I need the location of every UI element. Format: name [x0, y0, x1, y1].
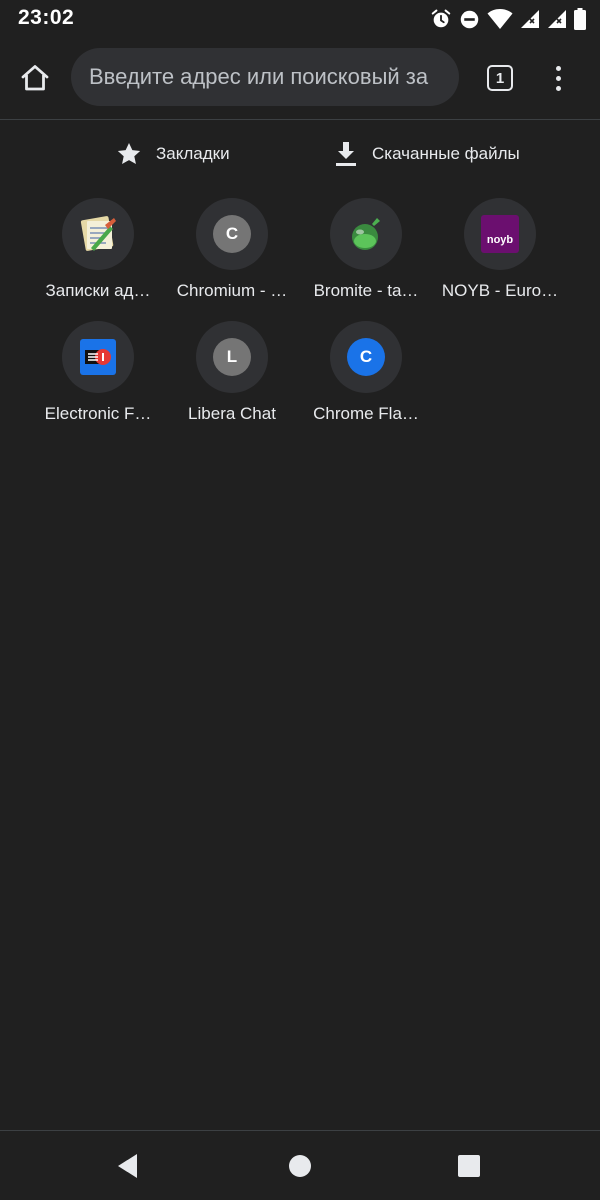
- bookmarks-label: Закладки: [156, 144, 230, 163]
- alarm-icon: [431, 9, 451, 28]
- back-triangle-icon: [118, 1154, 137, 1178]
- notepad-icon: [80, 216, 116, 251]
- letter-icon: C: [347, 338, 385, 376]
- cellular-icon: [521, 10, 539, 28]
- star-icon: [117, 142, 141, 164]
- tab-switcher-button[interactable]: 1: [478, 56, 522, 100]
- tile-noyb[interactable]: noyb NOYB - Euro…: [433, 198, 567, 308]
- tile-icon-circle: C: [196, 198, 268, 270]
- tile-title: Записки ад…: [45, 281, 151, 300]
- tile-title: Electronic F…: [44, 404, 152, 423]
- tile-icon-circle: [62, 198, 134, 270]
- status-icons: [430, 7, 586, 31]
- tile-chromium[interactable]: C Chromium - …: [165, 198, 299, 308]
- home-button[interactable]: [12, 55, 58, 101]
- status-bar: 23:02: [0, 0, 600, 38]
- tile-notes[interactable]: Записки ад…: [31, 198, 165, 308]
- tile-libera-chat[interactable]: L Libera Chat: [165, 321, 299, 431]
- tile-icon-circle: C: [330, 321, 402, 393]
- status-time: 23:02: [18, 6, 75, 29]
- recents-square-icon: [458, 1155, 480, 1177]
- downloads-label: Скачанные файлы: [372, 144, 520, 163]
- letter-icon: L: [213, 338, 251, 376]
- cellular-icon: [548, 10, 566, 28]
- tab-count: 1: [487, 65, 513, 91]
- address-input[interactable]: [71, 48, 459, 106]
- bookmarks-button[interactable]: Закладки: [116, 132, 230, 176]
- tile-icon-circle: noyb: [464, 198, 536, 270]
- tile-title: Chrome Fla…: [313, 404, 419, 423]
- more-vert-icon: [555, 65, 561, 71]
- tile-icon-circle: [330, 198, 402, 270]
- tile-title: Bromite - ta…: [313, 281, 419, 300]
- noyb-icon: noyb: [481, 215, 519, 253]
- do-not-disturb-icon: [460, 10, 479, 28]
- toolbar-divider: [0, 119, 600, 120]
- home-circle-icon: [289, 1155, 311, 1177]
- tile-icon-circle: [62, 321, 134, 393]
- tile-title: NOYB - Euro…: [441, 281, 559, 300]
- tile-icon-circle: L: [196, 321, 268, 393]
- tile-bromite[interactable]: Bromite - ta…: [299, 198, 433, 308]
- bromite-icon: [352, 218, 380, 250]
- browser-toolbar: 1: [0, 38, 600, 118]
- battery-icon: [574, 8, 586, 30]
- tile-title: Chromium - …: [176, 281, 288, 300]
- navigation-bar: [0, 1130, 600, 1200]
- eff-icon: [80, 339, 116, 375]
- quick-actions: Закладки Скачанные файлы: [0, 132, 600, 176]
- overflow-menu-button[interactable]: [536, 56, 580, 100]
- download-icon: [336, 142, 356, 166]
- letter-icon: C: [213, 215, 251, 253]
- back-button[interactable]: [105, 1143, 151, 1189]
- home-nav-button[interactable]: [277, 1143, 323, 1189]
- downloads-button[interactable]: Скачанные файлы: [334, 132, 520, 176]
- tile-chrome-flags[interactable]: C Chrome Fla…: [299, 321, 433, 431]
- home-icon: [21, 65, 49, 91]
- omnibox[interactable]: [71, 48, 459, 106]
- tile-eff[interactable]: Electronic F…: [31, 321, 165, 431]
- tile-title: Libera Chat: [188, 404, 276, 423]
- recents-button[interactable]: [446, 1143, 492, 1189]
- wifi-icon: [487, 9, 513, 29]
